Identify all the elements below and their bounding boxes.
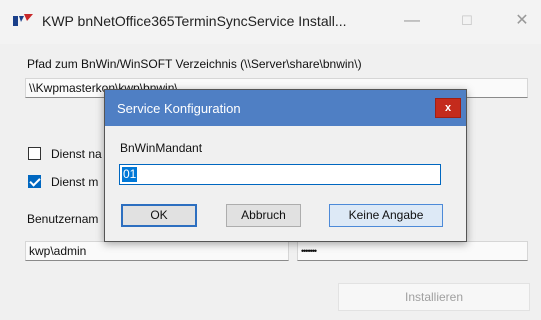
window-title: KWP bnNetOffice365TerminSyncService Inst…	[42, 13, 347, 29]
install-button[interactable]: Installieren	[338, 283, 530, 311]
user-input[interactable]: kwp\admin	[25, 241, 289, 261]
checkbox-dienst-2-label: Dienst m	[51, 175, 99, 189]
ok-button[interactable]: OK	[121, 204, 197, 227]
checkbox-dienst-1-label: Dienst na	[51, 147, 102, 161]
mandant-input[interactable]: 01	[119, 164, 441, 185]
mandant-value: 01	[122, 167, 138, 182]
dialog-close-button[interactable]: x	[435, 98, 461, 118]
service-config-dialog: Service Konfiguration x BnWinMandant 01 …	[104, 89, 467, 242]
password-input[interactable]: •••••••	[297, 241, 528, 261]
minimize-button[interactable]: —	[400, 10, 424, 32]
path-label: Pfad zum BnWin/WinSOFT Verzeichnis (\\Se…	[27, 57, 362, 71]
dialog-title-bar: Service Konfiguration x	[105, 90, 466, 126]
maximize-button[interactable]: ☐	[455, 10, 479, 32]
no-value-button[interactable]: Keine Angabe	[329, 204, 443, 227]
mandant-label: BnWinMandant	[120, 141, 203, 155]
checkbox-dienst-2[interactable]	[28, 175, 41, 188]
checkbox-dienst-1[interactable]	[28, 147, 41, 160]
title-bar: KWP bnNetOffice365TerminSyncService Inst…	[0, 0, 541, 44]
user-label: Benutzernam	[27, 212, 99, 226]
cancel-button[interactable]: Abbruch	[226, 204, 301, 227]
close-button[interactable]: ✕	[510, 10, 534, 32]
kwp-logo-icon	[13, 14, 33, 26]
dialog-title: Service Konfiguration	[117, 101, 241, 116]
